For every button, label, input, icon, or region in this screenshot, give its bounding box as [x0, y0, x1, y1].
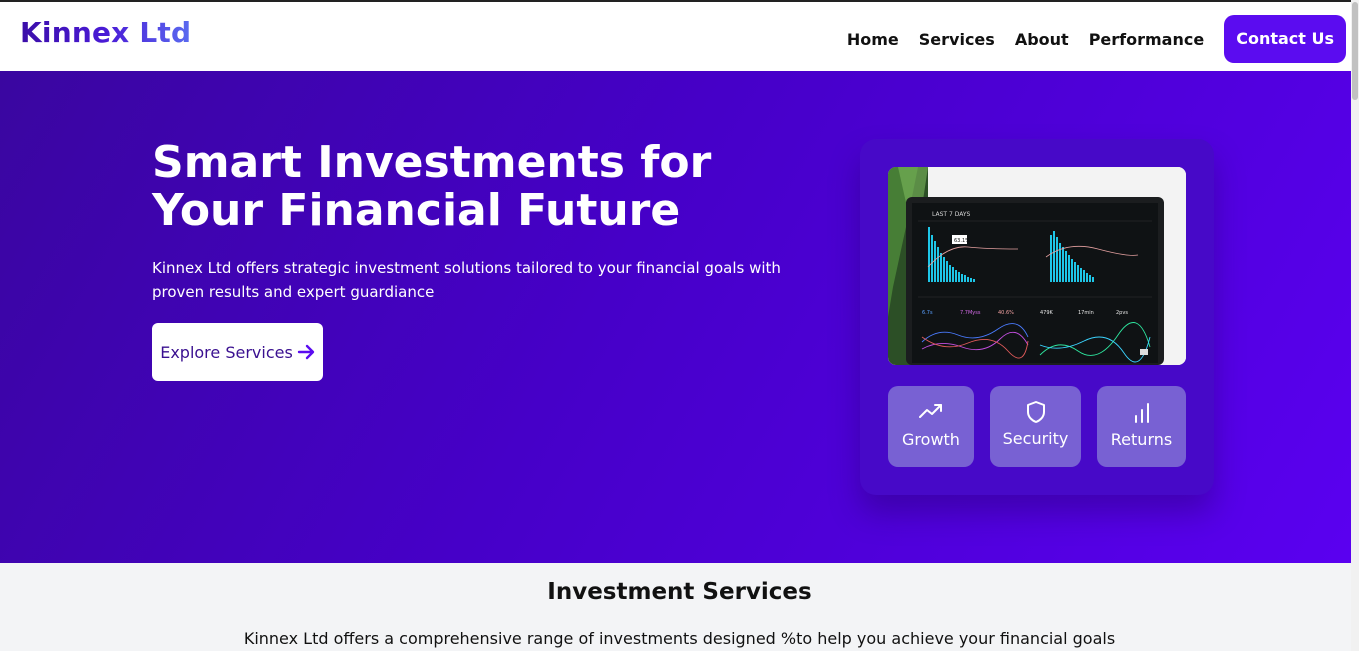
shield-icon — [1026, 401, 1045, 423]
feature-returns: Returns — [1097, 386, 1186, 467]
services-title: Investment Services — [547, 579, 812, 605]
dashboard-illustration: LAST 7 DAYS 63.1% 6.7s 7.7Myss 40.6% 479… — [888, 167, 1186, 365]
logo[interactable]: Kinnex Ltd — [20, 16, 191, 49]
dashboard-tooltip: 63.1% — [954, 238, 970, 244]
hero-title: Smart Investments for Your Financial Fut… — [152, 137, 712, 236]
bar-chart-icon — [1134, 403, 1149, 423]
nav-about[interactable]: About — [1015, 30, 1069, 49]
hero-section: Smart Investments for Your Financial Fut… — [0, 71, 1351, 563]
scrollbar-thumb[interactable] — [1352, 2, 1358, 100]
nav-services[interactable]: Services — [919, 30, 995, 49]
dashboard-stat-4: 479K — [1040, 310, 1054, 316]
dashboard-stat-1: 6.7s — [922, 310, 933, 316]
dashboard-stat-5: 17min — [1078, 310, 1094, 316]
feature-security-label: Security — [1002, 429, 1069, 448]
nav-home[interactable]: Home — [847, 30, 899, 49]
explore-services-button[interactable]: Explore Services — [152, 323, 323, 381]
feature-growth-label: Growth — [902, 430, 960, 449]
hero-card: LAST 7 DAYS 63.1% 6.7s 7.7Myss 40.6% 479… — [860, 139, 1214, 495]
feature-security: Security — [990, 386, 1081, 467]
page-scrollbar[interactable] — [1351, 0, 1359, 651]
dashboard-header-text: LAST 7 DAYS — [932, 211, 971, 218]
arrow-right-icon — [297, 344, 314, 360]
contact-button[interactable]: Contact Us — [1224, 15, 1346, 63]
trending-up-icon — [919, 404, 942, 418]
dashboard-image: LAST 7 DAYS 63.1% 6.7s 7.7Myss 40.6% 479… — [888, 167, 1186, 365]
feature-returns-label: Returns — [1110, 430, 1173, 449]
dashboard-stat-6: 2pvs — [1116, 310, 1128, 316]
main-nav: Home Services About Performance Contact … — [847, 15, 1346, 63]
nav-performance[interactable]: Performance — [1089, 30, 1205, 49]
site-header: Kinnex Ltd Home Services About Performan… — [0, 0, 1351, 71]
explore-services-label: Explore Services — [160, 342, 293, 362]
feature-growth: Growth — [888, 386, 974, 467]
services-description: Kinnex Ltd offers a comprehensive range … — [243, 629, 1116, 648]
dashboard-stat-2: 7.7Myss — [960, 310, 981, 316]
dashboard-stat-3: 40.6% — [998, 310, 1014, 316]
hero-description: Kinnex Ltd offers strategic investment s… — [152, 259, 781, 301]
